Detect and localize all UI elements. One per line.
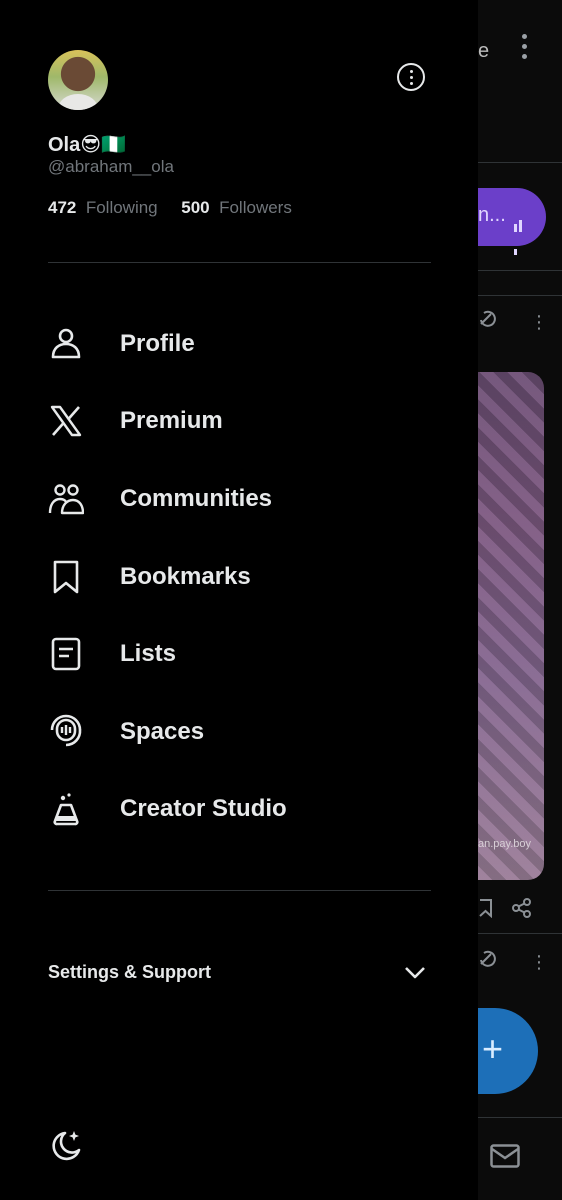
following-link[interactable]: 472 Following: [48, 198, 158, 217]
x-logo-icon: [50, 405, 82, 437]
bg-grok-icon: [480, 310, 496, 327]
nav-label-spaces: Spaces: [120, 718, 205, 745]
audio-bars-icon: [514, 209, 528, 255]
bg-more-icon-2: ⋮: [530, 952, 548, 972]
bg-grok-icon-2: [480, 950, 496, 967]
bg-bookmark-icon: [479, 899, 492, 918]
nav-label-profile: Profile: [120, 330, 195, 357]
follow-stats: 472 Following 500 Followers: [48, 198, 292, 218]
communities-icon: [48, 484, 84, 515]
nav-item-creator-studio[interactable]: Creator Studio: [48, 781, 428, 837]
bg-header-fragment: e: [478, 40, 490, 62]
nav-label-premium: Premium: [120, 407, 223, 434]
nav-label-lists: Lists: [120, 640, 177, 667]
display-mode-icon[interactable]: [48, 1128, 84, 1164]
settings-support-toggle[interactable]: Settings & Support: [48, 955, 431, 991]
divider: [48, 262, 431, 263]
bg-more-icon: ⋮: [530, 312, 548, 332]
messages-icon[interactable]: [490, 1144, 520, 1168]
nav-label-creator-studio: Creator Studio: [120, 795, 287, 822]
compose-button[interactable]: +: [478, 1008, 538, 1094]
bg-share-icon: [512, 898, 531, 918]
nav-label-communities: Communities: [120, 485, 273, 512]
settings-support-label: Settings & Support: [48, 962, 211, 982]
nav-item-premium[interactable]: Premium: [48, 393, 428, 449]
avatar[interactable]: [48, 50, 108, 110]
account-options-icon[interactable]: [397, 63, 425, 91]
navigation-drawer: Ola😎🇳🇬 @abraham__ola 472 Following 500 F…: [0, 0, 478, 1200]
list-icon: [51, 637, 81, 671]
background-feed: e n... ⋮ an.pay.boy ⋮ +: [478, 0, 562, 1200]
bg-spaces-pill: n...: [478, 188, 546, 255]
flask-icon: [53, 793, 79, 826]
nav-item-lists[interactable]: Lists: [48, 626, 428, 682]
plus-icon: +: [482, 1028, 504, 1069]
nav-item-spaces[interactable]: Spaces: [48, 704, 428, 760]
spaces-icon: [50, 714, 82, 747]
chevron-down-icon: [405, 967, 425, 979]
bookmark-icon: [53, 560, 79, 594]
nav-item-profile[interactable]: Profile: [48, 316, 428, 372]
nav-item-communities[interactable]: Communities: [48, 471, 428, 527]
bg-overflow-icon: [522, 34, 528, 64]
nav-item-bookmarks[interactable]: Bookmarks: [48, 549, 428, 605]
user-handle: @abraham__ola: [48, 157, 174, 176]
person-icon: [51, 328, 81, 359]
divider: [48, 890, 431, 891]
nav-label-bookmarks: Bookmarks: [120, 563, 251, 590]
display-name[interactable]: Ola😎🇳🇬: [48, 132, 126, 157]
bg-post-image: an.pay.boy: [478, 372, 544, 880]
followers-link[interactable]: 500 Followers: [181, 198, 292, 217]
